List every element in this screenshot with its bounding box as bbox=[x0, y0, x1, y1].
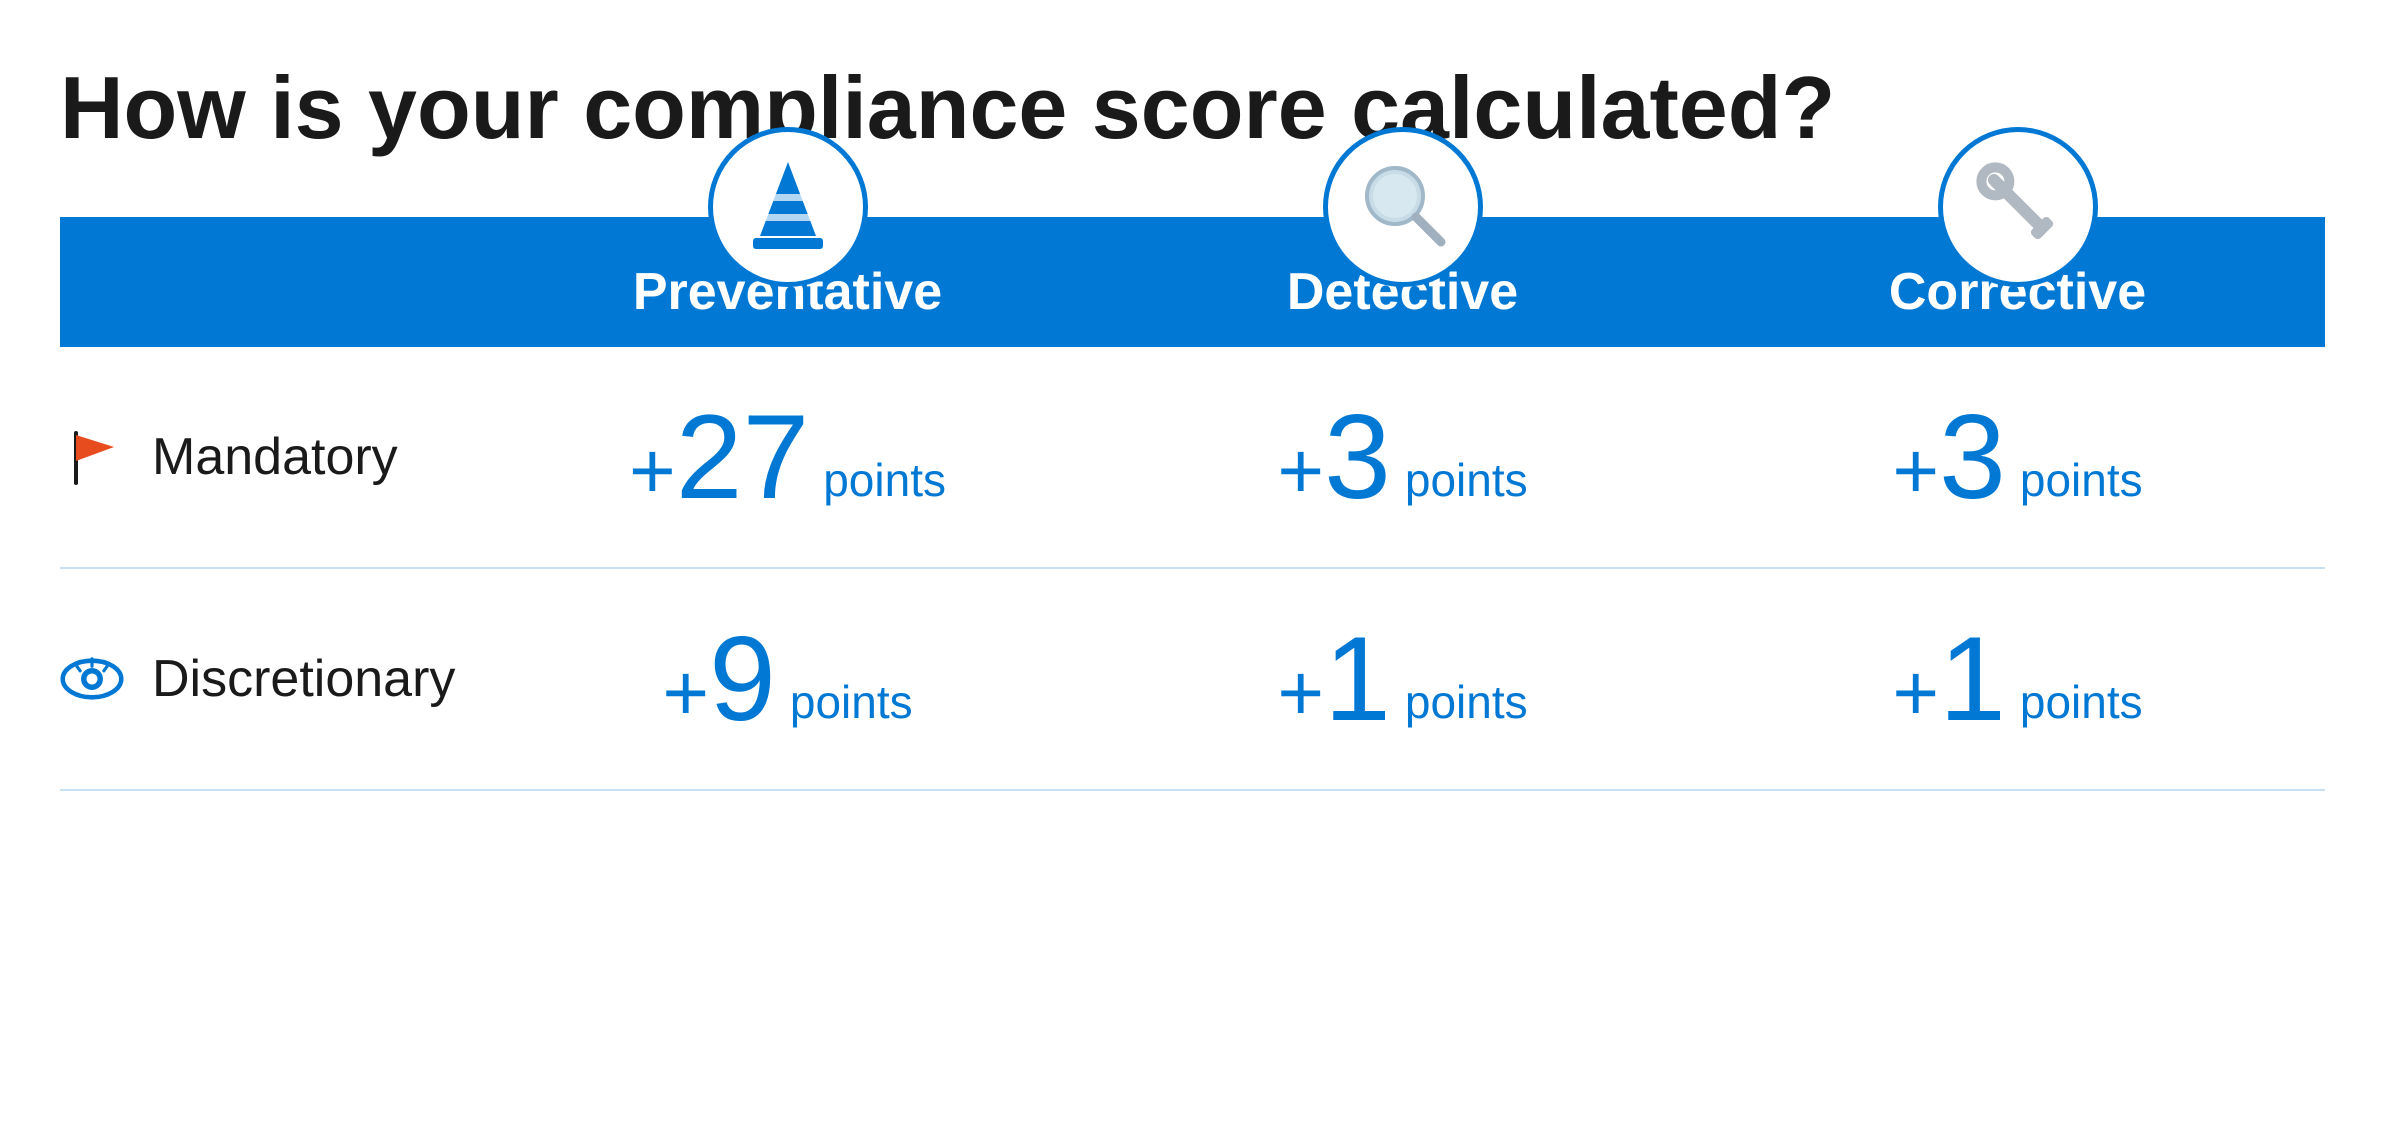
discr-det-unit: points bbox=[1405, 675, 1528, 739]
magnifier-icon bbox=[1353, 154, 1453, 259]
banner-col-corrective: Corrective bbox=[1710, 217, 2325, 347]
banner-col-preventative: Preventative bbox=[480, 217, 1095, 347]
discr-det-plus: + bbox=[1277, 648, 1324, 737]
mandatory-label: Mandatory bbox=[152, 427, 398, 487]
banner-spacer bbox=[60, 217, 480, 347]
mandatory-cor-plus: + bbox=[1892, 426, 1939, 515]
mandatory-det-plus: + bbox=[1277, 426, 1324, 515]
banner-row: Preventative Detective bbox=[60, 217, 2325, 347]
detective-icon-circle bbox=[1323, 127, 1483, 287]
discr-cor-plus: + bbox=[1892, 648, 1939, 737]
mandatory-corrective-col: +3 points bbox=[1710, 397, 2325, 517]
corrective-icon-circle bbox=[1938, 127, 2098, 287]
discretionary-preventative-value: +9 points bbox=[662, 619, 912, 739]
flag-icon-wrapper bbox=[60, 425, 124, 489]
discr-det-number: 1 bbox=[1324, 612, 1391, 746]
flag-icon bbox=[64, 429, 120, 485]
mandatory-preventative-col: +27 points bbox=[480, 397, 1095, 517]
discretionary-label-col: Discretionary bbox=[60, 647, 480, 711]
mandatory-prev-unit: points bbox=[823, 453, 946, 517]
wrench-icon bbox=[1968, 154, 2068, 259]
discretionary-corrective-value: +1 points bbox=[1892, 619, 2142, 739]
page-wrapper: How is your compliance score calculated? bbox=[0, 0, 2385, 1126]
mandatory-detective-col: +3 points bbox=[1095, 397, 1710, 517]
banner-col-detective: Detective bbox=[1095, 217, 1710, 347]
mandatory-prev-number: 27 bbox=[676, 390, 809, 524]
mandatory-cor-number: 3 bbox=[1939, 390, 2006, 524]
mandatory-prev-plus: + bbox=[629, 426, 676, 515]
discretionary-label: Discretionary bbox=[152, 649, 455, 709]
mandatory-det-number: 3 bbox=[1324, 390, 1391, 524]
discr-cor-number: 1 bbox=[1939, 612, 2006, 746]
discretionary-preventative-col: +9 points bbox=[480, 619, 1095, 739]
cone-icon bbox=[738, 154, 838, 259]
mandatory-label-col: Mandatory bbox=[60, 425, 480, 489]
mandatory-detective-value: +3 points bbox=[1277, 397, 1527, 517]
eye-icon-wrapper bbox=[60, 647, 124, 711]
discr-cor-unit: points bbox=[2020, 675, 2143, 739]
discretionary-detective-col: +1 points bbox=[1095, 619, 1710, 739]
preventative-icon-circle bbox=[708, 127, 868, 287]
mandatory-cor-unit: points bbox=[2020, 453, 2143, 517]
discretionary-row: Discretionary +9 points +1 points bbox=[60, 569, 2325, 791]
discr-prev-number: 9 bbox=[709, 612, 776, 746]
content-area: Preventative Detective bbox=[60, 217, 2325, 1086]
mandatory-corrective-value: +3 points bbox=[1892, 397, 2142, 517]
discretionary-corrective-col: +1 points bbox=[1710, 619, 2325, 739]
discretionary-detective-value: +1 points bbox=[1277, 619, 1527, 739]
mandatory-preventative-value: +27 points bbox=[629, 397, 946, 517]
discr-prev-unit: points bbox=[790, 675, 913, 739]
discr-prev-plus: + bbox=[662, 648, 709, 737]
eye-icon bbox=[60, 651, 124, 707]
mandatory-det-unit: points bbox=[1405, 453, 1528, 517]
mandatory-row: Mandatory +27 points +3 points bbox=[60, 347, 2325, 569]
